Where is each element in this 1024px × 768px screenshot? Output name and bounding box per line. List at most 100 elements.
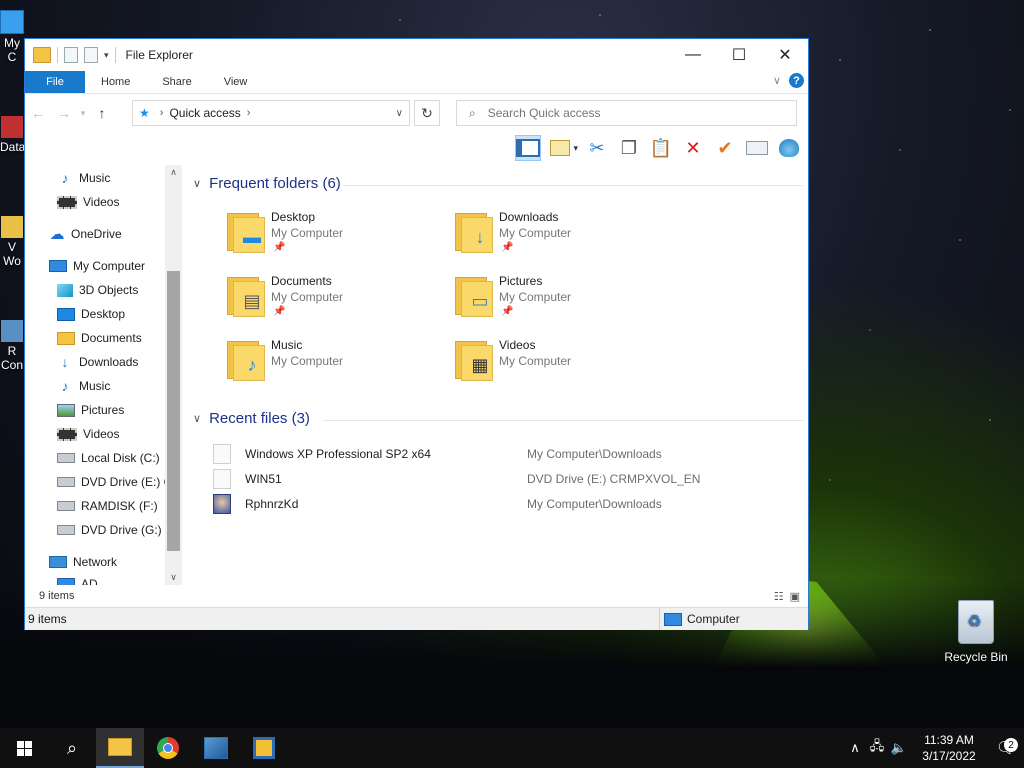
desktop-icon-label: Con <box>0 358 23 372</box>
sidebar-item-label: Music <box>79 379 111 393</box>
sidebar-item-music[interactable]: ♪ Music <box>57 378 111 394</box>
network-icon[interactable]: 🖧 <box>866 737 888 759</box>
cut-icon[interactable]: ✂ <box>584 135 610 161</box>
sidebar-item-dvd-drive-e[interactable]: DVD Drive (E:) CI <box>57 475 176 489</box>
vm-icon <box>1 216 23 238</box>
scrollbar-thumb[interactable] <box>167 271 180 551</box>
copy-icon[interactable]: ❐ <box>616 135 642 161</box>
envelope-icon <box>746 141 768 155</box>
scroll-up-icon[interactable]: ∧ <box>165 167 182 178</box>
folder-tile-videos[interactable]: ▦ Videos My Computer <box>453 335 673 395</box>
recent-locations-chevron-icon[interactable]: ▾ <box>77 108 89 119</box>
start-button[interactable] <box>0 728 48 768</box>
frequent-folders-header[interactable]: ∨ Frequent folders (6) <box>193 175 803 192</box>
sidebar-item-documents[interactable]: Documents <box>57 331 142 345</box>
details-view-icon[interactable]: ☷ <box>774 590 784 603</box>
paste-icon[interactable]: 📋 <box>648 135 674 161</box>
recent-file-row[interactable]: WIN51 DVD Drive (E:) CRMPXVOL_EN <box>213 468 803 490</box>
recent-files-header[interactable]: ∨ Recent files (3) <box>193 410 803 427</box>
sidebar-item-network[interactable]: Network <box>49 555 117 569</box>
desktop-icon-recycle-bin[interactable]: Recycle Bin <box>938 600 1014 664</box>
action-center-button[interactable]: 🗨 2 <box>988 738 1024 758</box>
clock-date: 3/17/2022 <box>922 749 976 763</box>
sidebar-item-label: Documents <box>81 331 142 345</box>
scroll-down-icon[interactable]: ∨ <box>165 572 182 583</box>
close-button[interactable]: ✕ <box>762 39 808 71</box>
3d-objects-icon <box>57 283 73 297</box>
email-icon[interactable] <box>744 135 770 161</box>
help-icon[interactable]: ? <box>789 73 804 88</box>
new-folder-icon[interactable] <box>84 47 98 63</box>
breadcrumb-quick-access[interactable]: Quick access <box>169 106 240 120</box>
minimize-button[interactable]: — <box>670 39 716 71</box>
breadcrumb-separator-icon[interactable]: › <box>247 107 251 119</box>
properties-button[interactable] <box>547 135 573 161</box>
chevron-down-icon[interactable]: ▾ <box>573 143 578 154</box>
tab-view[interactable]: View <box>208 71 264 93</box>
sidebar-item-videos[interactable]: Videos <box>57 195 119 209</box>
sidebar-item-3d-objects[interactable]: 3D Objects <box>57 283 138 297</box>
folder-tile-music[interactable]: ♪ Music My Computer <box>225 335 445 395</box>
desktop-icon-remote[interactable]: R Con <box>0 320 24 372</box>
sidebar-item-desktop[interactable]: Desktop <box>57 307 125 321</box>
back-arrow-icon[interactable]: ← <box>25 105 51 121</box>
folder-tile-pictures[interactable]: ▭ Pictures My Computer 📌 <box>453 271 673 331</box>
address-bar[interactable]: ★ › Quick access › ∨ <box>132 100 410 126</box>
folder-tile-downloads[interactable]: ↓ Downloads My Computer 📌 <box>453 207 673 267</box>
sidebar-item-label: Music <box>79 171 111 185</box>
navigation-scrollbar[interactable]: ∧ ∨ <box>165 165 182 585</box>
breadcrumb-separator-icon[interactable]: › <box>160 107 164 119</box>
up-arrow-icon[interactable]: ↑ <box>89 105 115 121</box>
taskbar-virtualbox[interactable] <box>240 728 288 768</box>
large-icons-view-icon[interactable]: ▣ <box>790 590 800 603</box>
inner-status-bar: 9 items ☷ ▣ <box>25 585 808 607</box>
chevron-down-icon[interactable]: ▾ <box>104 50 109 61</box>
sidebar-item-ad[interactable]: AD <box>57 577 98 585</box>
taskbar-chrome[interactable] <box>144 728 192 768</box>
pictures-icon: ▭ <box>471 290 489 311</box>
expand-ribbon-icon[interactable]: ∨ <box>773 74 781 87</box>
sidebar-item-downloads[interactable]: ↓ Downloads <box>57 354 139 370</box>
chevron-down-icon[interactable]: ∨ <box>396 108 403 119</box>
recent-file-row[interactable]: RphnrzKd My Computer\Downloads <box>213 493 803 515</box>
sidebar-item-ramdisk-f[interactable]: RAMDISK (F:) <box>57 499 158 513</box>
taskbar-vm-app[interactable] <box>192 728 240 768</box>
recent-file-row[interactable]: Windows XP Professional SP2 x64 My Compu… <box>213 443 803 465</box>
search-button[interactable]: ⌕ <box>48 728 96 768</box>
shell-icon-button[interactable] <box>776 135 802 161</box>
title-bar[interactable]: ▾ File Explorer — ☐ ✕ <box>25 39 808 71</box>
delete-icon[interactable]: ✕ <box>680 135 706 161</box>
vm-icon <box>204 737 228 759</box>
recent-file-path: DVD Drive (E:) CRMPXVOL_EN <box>527 472 701 486</box>
tab-home[interactable]: Home <box>85 71 146 93</box>
window-title: File Explorer <box>125 48 193 62</box>
clock[interactable]: 11:39 AM 3/17/2022 <box>910 732 988 764</box>
desktop-icon-data[interactable]: Data <box>0 116 24 154</box>
show-hidden-icons-chevron-icon[interactable]: ∧ <box>844 740 866 756</box>
folder-tile-desktop[interactable]: ▬ Desktop My Computer 📌 <box>225 207 445 267</box>
search-box[interactable]: ⌕ <box>456 100 797 126</box>
sidebar-item-pictures[interactable]: Pictures <box>57 403 124 417</box>
sidebar-item-local-disk-c[interactable]: Local Disk (C:) <box>57 451 160 465</box>
music-note-icon: ♪ <box>61 378 69 394</box>
sidebar-item-videos[interactable]: Videos <box>57 427 119 441</box>
taskbar-file-explorer[interactable] <box>96 728 144 768</box>
properties-icon[interactable] <box>64 47 78 63</box>
sidebar-item-dvd-drive-g[interactable]: DVD Drive (G:) C <box>57 523 174 537</box>
forward-arrow-icon[interactable]: → <box>51 105 77 121</box>
refresh-button[interactable]: ↻ <box>414 100 440 126</box>
sidebar-item-onedrive[interactable]: ☁ OneDrive <box>49 226 122 243</box>
volume-icon[interactable]: 🔈 <box>888 740 910 756</box>
search-input[interactable] <box>485 105 770 121</box>
tab-file[interactable]: File <box>25 71 85 93</box>
preview-pane-button[interactable] <box>515 135 542 161</box>
maximize-button[interactable]: ☐ <box>716 39 762 71</box>
folder-tile-documents[interactable]: ▤ Documents My Computer 📌 <box>225 271 445 331</box>
sidebar-item-music[interactable]: ♪ Music <box>57 170 111 186</box>
desktop-icon-vm[interactable]: V Wo <box>0 216 24 268</box>
desktop-icon-my-computer[interactable]: My C <box>0 10 24 64</box>
tab-share[interactable]: Share <box>146 71 207 93</box>
sidebar-item-my-computer[interactable]: My Computer <box>49 259 145 273</box>
sidebar-item-label: My Computer <box>73 259 146 273</box>
checkmark-icon[interactable]: ✔ <box>712 135 738 161</box>
